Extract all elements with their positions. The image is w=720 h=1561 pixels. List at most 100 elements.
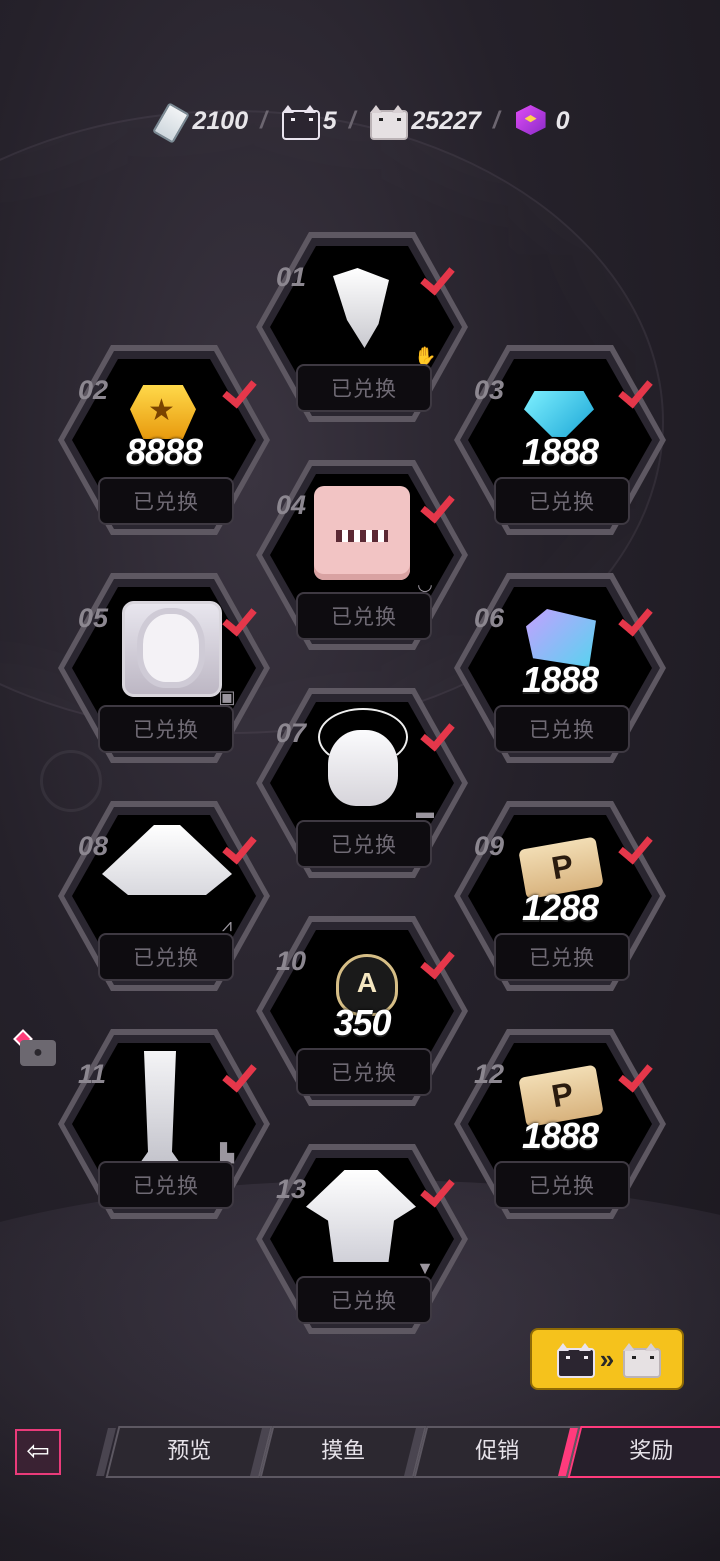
- redeemed-button[interactable]: 已兑换: [296, 364, 432, 412]
- checkmark-icon: [424, 944, 456, 976]
- currency-milk-value: 2100: [192, 106, 249, 135]
- currency-purple-cube-value: 0: [555, 106, 570, 135]
- reward-cell[interactable]: 07 ▬ 已兑换: [256, 688, 468, 878]
- redeemed-button[interactable]: 已兑换: [494, 1161, 630, 1209]
- reward-cell[interactable]: 08 ⩘ 已兑换: [58, 801, 270, 991]
- redeemed-button[interactable]: 已兑换: [296, 592, 432, 640]
- currency-milk: 2100: [151, 102, 249, 140]
- mouth-face-icon: [314, 486, 410, 580]
- currency-black-cat-value: 5: [322, 106, 337, 135]
- reward-cell[interactable]: 03 1888 已兑换: [454, 345, 666, 535]
- tab-preview[interactable]: 预览: [96, 1426, 273, 1478]
- checkmark-icon: [424, 260, 456, 292]
- redeemed-button[interactable]: 已兑换: [494, 705, 630, 753]
- white-cat-block-icon: [367, 104, 409, 140]
- tab-slack[interactable]: 摸鱼: [250, 1426, 427, 1478]
- redeemed-button[interactable]: 已兑换: [98, 705, 234, 753]
- redeemed-button[interactable]: 已兑换: [494, 933, 630, 981]
- exchange-arrow: »: [599, 1343, 615, 1374]
- checkmark-icon: [226, 1057, 258, 1089]
- currency-separator: /: [260, 107, 267, 134]
- purple-cube-icon: [512, 101, 552, 141]
- reward-number: 02: [78, 375, 109, 405]
- reward-cell[interactable]: 11 ▙ 已兑换: [58, 1029, 270, 1219]
- reward-cell[interactable]: 04 ◡ 已兑换: [256, 460, 468, 650]
- reward-number: 03: [474, 375, 505, 405]
- redeemed-button[interactable]: 已兑换: [98, 1161, 234, 1209]
- reward-cell[interactable]: 06 1888 已兑换: [454, 573, 666, 763]
- redeemed-button[interactable]: 已兑换: [296, 1048, 432, 1096]
- glove-icon: ✋: [414, 346, 437, 366]
- lips-icon: ◡: [417, 574, 433, 594]
- tab-label: 奖励: [629, 1438, 674, 1463]
- currency-black-cat: 5: [279, 104, 337, 140]
- checkmark-icon: [424, 1172, 456, 1204]
- white-hair-icon: [318, 708, 408, 806]
- reward-cell[interactable]: 13 ▼ 已兑换: [256, 1144, 468, 1334]
- hat-icon: ▬: [416, 802, 434, 822]
- avatar-icon: ▣: [218, 687, 236, 707]
- redeemed-button[interactable]: 已兑换: [98, 933, 234, 981]
- reward-cell[interactable]: 09 1288 已兑换: [454, 801, 666, 991]
- currency-separator: /: [492, 107, 500, 134]
- currency-bar: 2100 / 5 / 25227 / 0: [0, 96, 720, 146]
- checkmark-icon: [226, 829, 258, 861]
- reward-cell[interactable]: 01 ✋ 已兑换: [256, 232, 468, 422]
- currency-white-cat-value: 25227: [411, 106, 481, 135]
- tab-promotion[interactable]: 促销: [404, 1426, 581, 1478]
- bottom-tab-bar: 预览 摸鱼 促销 奖励: [96, 1426, 720, 1478]
- skirt-icon: ⩘: [221, 915, 233, 935]
- reward-number: 11: [78, 1059, 107, 1089]
- redeemed-button[interactable]: 已兑换: [494, 477, 630, 525]
- white-cat-block-icon: [620, 1342, 662, 1378]
- tab-label: 摸鱼: [321, 1438, 366, 1463]
- black-cat-block-icon: [279, 104, 320, 140]
- white-boots-icon: [140, 1051, 180, 1163]
- reward-cell[interactable]: A 10 350 已兑换: [256, 916, 468, 1106]
- checkmark-icon: [622, 1057, 654, 1089]
- reward-number: 08: [78, 831, 109, 861]
- reward-screen: 2100 / 5 / 25227 / 0 01✋已兑换028888已兑换0318…: [0, 0, 720, 1561]
- portrait-icon: [122, 601, 222, 697]
- milk-bottle-icon: [151, 102, 189, 140]
- checkmark-icon: [226, 601, 258, 633]
- reward-quantity: 1288: [521, 887, 599, 928]
- reward-quantity: 8888: [125, 431, 203, 472]
- reward-number: 01: [276, 262, 307, 292]
- redeemed-button[interactable]: 已兑换: [296, 1276, 432, 1324]
- reward-cell[interactable]: 05 ▣ 已兑换: [58, 573, 270, 763]
- reward-number: 12: [474, 1059, 505, 1089]
- reward-item-white-hair: [306, 708, 418, 812]
- reward-number: 05: [78, 603, 109, 633]
- reward-quantity: 1888: [521, 659, 599, 700]
- reward-quantity: 1888: [521, 431, 599, 472]
- checkmark-icon: [622, 373, 654, 405]
- reward-number: 04: [276, 490, 307, 520]
- tab-rewards[interactable]: 奖励: [558, 1426, 720, 1478]
- currency-white-cat: 25227: [367, 104, 481, 140]
- back-arrow-icon: ⇦: [26, 1435, 50, 1466]
- reward-cell[interactable]: 02 8888 已兑换: [58, 345, 270, 535]
- camera-button[interactable]: ●: [13, 1029, 56, 1068]
- reward-item-portrait: [108, 601, 222, 697]
- tab-label: 促销: [475, 1438, 520, 1463]
- reward-cell[interactable]: 12 1888 已兑换: [454, 1029, 666, 1219]
- reward-item-white-boots: [108, 1051, 220, 1163]
- reward-number: 07: [276, 718, 307, 748]
- camera-icon: ●: [20, 1040, 56, 1066]
- reward-number: 13: [276, 1174, 307, 1204]
- currency-separator: /: [348, 107, 356, 134]
- reward-quantity: 350: [333, 1002, 391, 1043]
- exchange-button[interactable]: »: [530, 1328, 684, 1390]
- reward-item-white-skirt: [102, 825, 232, 925]
- white-top-icon: [306, 1170, 416, 1262]
- reward-number: 06: [474, 603, 505, 633]
- checkmark-icon: [424, 488, 456, 520]
- shirt-icon: ▼: [416, 1258, 434, 1278]
- black-cat-block-icon: [554, 1342, 595, 1378]
- currency-purple-cube: 0: [512, 101, 570, 141]
- redeemed-button[interactable]: 已兑换: [98, 477, 234, 525]
- reward-item-white-top: [306, 1170, 418, 1268]
- redeemed-button[interactable]: 已兑换: [296, 820, 432, 868]
- back-button[interactable]: ⇦: [15, 1429, 61, 1475]
